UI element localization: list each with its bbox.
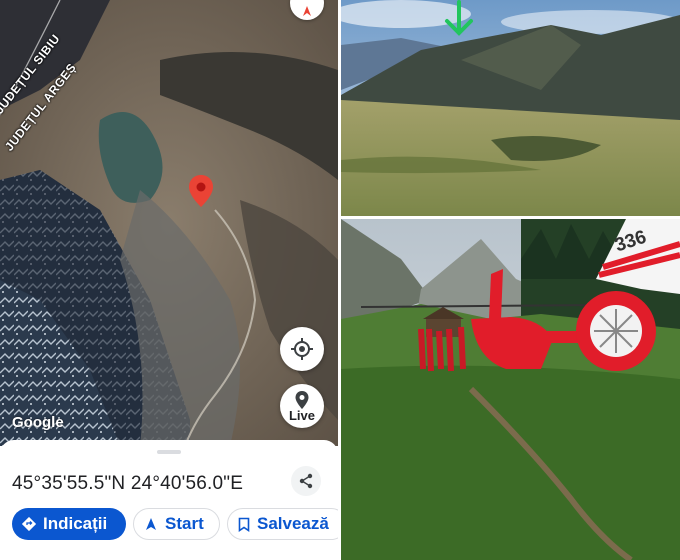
bottom-sheet: 45°35'55.5"N 24°40'56.0"E Indicații Star… — [0, 440, 338, 560]
my-location-icon — [291, 338, 313, 360]
satellite-map[interactable] — [0, 0, 338, 446]
compass-icon[interactable] — [290, 0, 324, 20]
share-button[interactable] — [291, 466, 321, 496]
directions-label: Indicații — [43, 514, 108, 533]
start-button[interactable]: Start — [133, 508, 220, 540]
live-view-icon — [295, 390, 309, 409]
arrow-down-icon — [445, 0, 473, 36]
my-location-button[interactable] — [280, 327, 324, 371]
map-panel: JUDEȚUL SIBIU JUDEȚUL ARGEȘ Live Google … — [0, 0, 338, 560]
live-view-button[interactable]: Live — [280, 384, 324, 428]
coordinates-text: 45°35'55.5"N 24°40'56.0"E — [12, 473, 244, 494]
sheet-drag-handle[interactable] — [157, 450, 181, 454]
rescue-helicopter-photo: 336 — [341, 219, 680, 560]
mountain-landscape-photo — [341, 0, 680, 216]
start-label: Start — [165, 514, 204, 533]
save-button[interactable]: Salvează — [227, 508, 338, 540]
live-label: Live — [288, 407, 315, 423]
google-watermark: Google — [12, 414, 64, 431]
directions-button[interactable]: Indicații — [12, 508, 126, 540]
navigation-arrow-icon — [146, 518, 156, 530]
share-icon — [299, 473, 313, 489]
save-label: Salvează — [257, 514, 329, 533]
pin-icon[interactable] — [189, 175, 213, 207]
directions-icon — [22, 517, 36, 531]
bookmark-icon — [238, 517, 250, 532]
